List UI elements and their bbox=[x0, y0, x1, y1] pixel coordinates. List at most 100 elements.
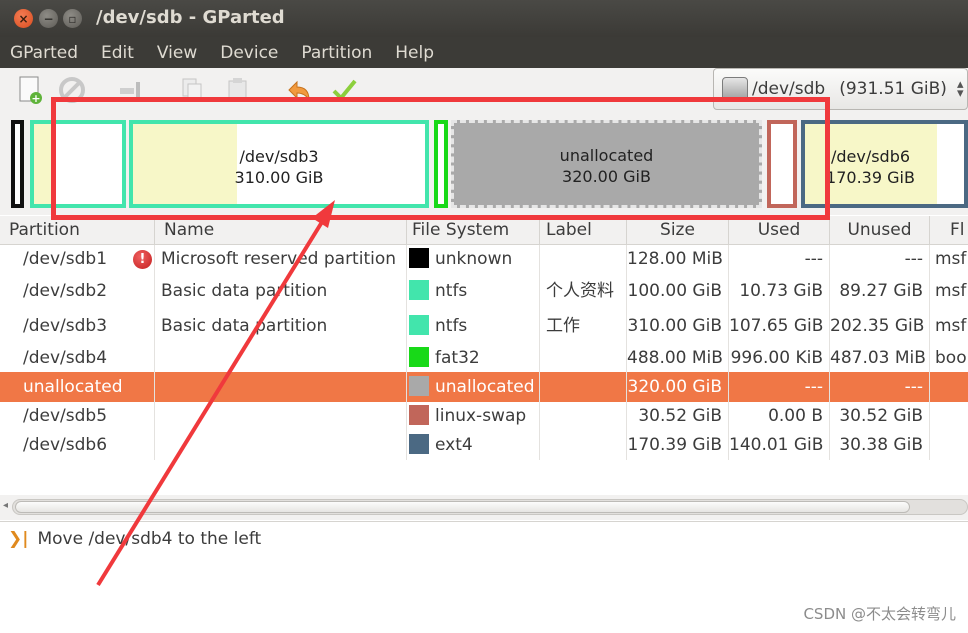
table-row[interactable]: /dev/sdb3 Basic data partition ntfs 工作 310.0… bbox=[0, 308, 968, 344]
cell-name: Basic data partition bbox=[155, 274, 407, 308]
annotation-highlight-box bbox=[51, 97, 830, 220]
cell-partition: /dev/sdb3 bbox=[0, 308, 155, 344]
col-partition[interactable]: Partition bbox=[0, 216, 155, 245]
cell-partition: /dev/sdb1 bbox=[0, 245, 155, 274]
table-body: /dev/sdb1 Microsoft reserved partition unk… bbox=[0, 245, 968, 460]
table-row[interactable]: /dev/sdb4 fat32 488.00 MiB 996.00 KiB 487.03… bbox=[0, 344, 968, 372]
menu-bar: GParted Edit View Device Partition Help bbox=[0, 37, 968, 68]
scroll-left-icon[interactable]: ◂ bbox=[3, 500, 8, 511]
col-label[interactable]: Label bbox=[540, 216, 627, 245]
maximize-window-icon[interactable]: ▫ bbox=[63, 9, 82, 28]
cell-used: 0.00 B bbox=[729, 402, 830, 431]
partition-table: Partition Name File System Label Size Us… bbox=[0, 216, 968, 460]
close-window-icon[interactable]: × bbox=[14, 9, 33, 28]
menu-device[interactable]: Device bbox=[217, 43, 281, 63]
cell-size: 320.00 GiB bbox=[627, 372, 729, 402]
horizontal-scrollbar[interactable]: ◂ bbox=[0, 495, 968, 520]
col-name[interactable]: Name bbox=[155, 216, 407, 245]
cell-unused: 487.03 MiB bbox=[830, 344, 930, 372]
cell-size: 488.00 MiB bbox=[627, 344, 729, 372]
window-title: /dev/sdb - GParted bbox=[96, 7, 285, 28]
cell-size: 310.00 GiB bbox=[627, 308, 729, 344]
cell-label bbox=[540, 372, 627, 402]
operation-text: Move /dev/sdb4 to the left bbox=[37, 529, 262, 549]
cell-size: 170.39 GiB bbox=[627, 431, 729, 460]
cell-flags: msf bbox=[935, 249, 967, 269]
minimize-window-icon[interactable]: − bbox=[39, 9, 58, 28]
cell-used: 140.01 GiB bbox=[729, 431, 830, 460]
cell-used: --- bbox=[729, 372, 830, 402]
device-name: /dev/sdb bbox=[752, 79, 826, 99]
table-row[interactable]: /dev/sdb5 linux-swap 30.52 GiB 0.00 B 30.52 … bbox=[0, 402, 968, 431]
table-row[interactable]: /dev/sdb2 Basic data partition ntfs 个人资料 100… bbox=[0, 274, 968, 308]
cell-filesystem: ext4 bbox=[407, 431, 540, 460]
svg-text:+: + bbox=[31, 92, 40, 105]
cell-flags bbox=[930, 402, 968, 431]
table-row[interactable]: /dev/sdb6 ext4 170.39 GiB 140.01 GiB 30.38 G… bbox=[0, 431, 968, 460]
cell-unused: 30.52 GiB bbox=[830, 402, 930, 431]
filesystem-text: ext4 bbox=[435, 435, 473, 455]
cell-unused: --- bbox=[830, 245, 930, 274]
cell-label: 工作 bbox=[540, 308, 627, 344]
filesystem-text: linux-swap bbox=[435, 406, 527, 426]
cell-flags: msf bbox=[935, 281, 967, 301]
cell-filesystem: unallocated bbox=[407, 372, 540, 402]
col-unused[interactable]: Unused bbox=[830, 216, 930, 245]
menu-view[interactable]: View bbox=[154, 43, 200, 63]
col-used[interactable]: Used bbox=[729, 216, 830, 245]
cell-flags bbox=[930, 431, 968, 460]
cell-filesystem: fat32 bbox=[407, 344, 540, 372]
filesystem-color-swatch bbox=[409, 376, 429, 396]
cell-label bbox=[540, 402, 627, 431]
warning-icon[interactable]: ! bbox=[133, 250, 152, 269]
cell-flags: boo bbox=[935, 348, 967, 368]
menu-help[interactable]: Help bbox=[392, 43, 437, 63]
partition-block-sdb1[interactable] bbox=[11, 120, 24, 208]
cell-name bbox=[155, 402, 407, 431]
cell-used: 996.00 KiB bbox=[729, 344, 830, 372]
cell-unused: 89.27 GiB bbox=[830, 274, 930, 308]
title-bar: × − ▫ /dev/sdb - GParted bbox=[0, 0, 968, 37]
col-filesystem[interactable]: File System bbox=[407, 216, 540, 245]
cell-used: 107.65 GiB bbox=[729, 308, 830, 344]
filesystem-text: unknown bbox=[435, 249, 513, 269]
pending-operations-pane: ❯| Move /dev/sdb4 to the left CSDN @不太会转… bbox=[0, 521, 968, 633]
cell-name bbox=[155, 372, 407, 402]
cell-name: Basic data partition bbox=[155, 308, 407, 344]
table-header: Partition Name File System Label Size Us… bbox=[0, 216, 968, 245]
cell-filesystem: ntfs bbox=[407, 274, 540, 308]
cell-unused: 30.38 GiB bbox=[830, 431, 930, 460]
move-operation-icon: ❯| bbox=[8, 529, 29, 549]
new-partition-button[interactable]: + bbox=[14, 74, 46, 106]
filesystem-text: fat32 bbox=[435, 348, 480, 368]
cell-flags bbox=[930, 372, 968, 402]
scrollbar-thumb[interactable] bbox=[15, 501, 910, 513]
menu-edit[interactable]: Edit bbox=[98, 43, 137, 63]
cell-used: --- bbox=[729, 245, 830, 274]
operation-item[interactable]: ❯| Move /dev/sdb4 to the left bbox=[8, 529, 261, 549]
menu-gparted[interactable]: GParted bbox=[7, 43, 81, 63]
cell-partition: /dev/sdb2 bbox=[0, 274, 155, 308]
cell-used: 10.73 GiB bbox=[729, 274, 830, 308]
cell-name bbox=[155, 344, 407, 372]
col-flags[interactable]: Fl bbox=[930, 216, 968, 245]
filesystem-text: ntfs bbox=[435, 281, 468, 301]
cell-partition: /dev/sdb4 bbox=[0, 344, 155, 372]
cell-partition: /dev/sdb5 bbox=[0, 402, 155, 431]
table-row[interactable]: unallocated unallocated 320.00 GiB --- --- bbox=[0, 372, 968, 402]
table-row[interactable]: /dev/sdb1 Microsoft reserved partition unk… bbox=[0, 245, 968, 274]
cell-filesystem: unknown bbox=[407, 245, 540, 274]
cell-size: 100.00 GiB bbox=[627, 274, 729, 308]
updown-arrow-icon: ▴ ▾ bbox=[956, 77, 964, 101]
cell-name: Microsoft reserved partition bbox=[155, 245, 407, 274]
filesystem-text: unallocated bbox=[435, 377, 535, 397]
menu-partition[interactable]: Partition bbox=[298, 43, 375, 63]
cell-unused: 202.35 GiB bbox=[830, 308, 930, 344]
cell-partition: unallocated bbox=[0, 372, 155, 402]
filesystem-color-swatch bbox=[409, 280, 429, 300]
filesystem-color-swatch bbox=[409, 248, 429, 268]
cell-label bbox=[540, 245, 627, 274]
col-size[interactable]: Size bbox=[627, 216, 729, 245]
cell-label bbox=[540, 431, 627, 460]
filesystem-text: ntfs bbox=[435, 316, 468, 336]
